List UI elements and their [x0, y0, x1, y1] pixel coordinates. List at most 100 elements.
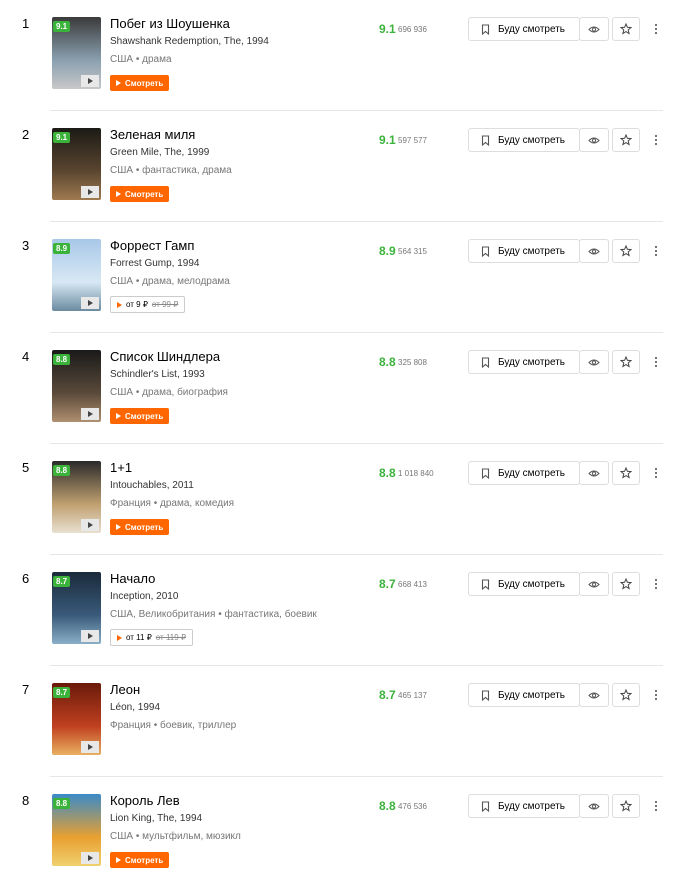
bookmark-icon [481, 689, 490, 701]
rating-value: 8.8 [379, 799, 396, 813]
more-options-button[interactable] [648, 351, 664, 373]
bookmark-icon [481, 245, 490, 257]
movie-poster[interactable]: 9.1 [52, 17, 101, 89]
original-title: Lion King, The, 1994 [110, 813, 203, 824]
watch-button[interactable]: Смотреть [110, 408, 170, 424]
play-icon [116, 857, 121, 863]
movie-poster[interactable]: 8.8 [52, 350, 101, 422]
bookmark-icon [481, 467, 490, 479]
rank-number: 8 [22, 793, 30, 808]
star-icon [620, 578, 632, 590]
country-genres: Франция • драма, комедия [110, 498, 235, 509]
watch-button-label: Смотреть [125, 522, 164, 532]
more-options-button[interactable] [648, 129, 664, 151]
play-trailer-icon[interactable] [81, 297, 99, 309]
price: от 9 ₽ [126, 300, 148, 309]
more-options-button[interactable] [648, 684, 664, 706]
rating-value: 9.1 [379, 22, 396, 36]
watch-button[interactable]: Смотреть [110, 75, 170, 91]
rate-button[interactable] [612, 572, 640, 596]
rate-button[interactable] [612, 350, 640, 374]
movie-title[interactable]: Список Шиндлера [110, 349, 220, 364]
original-title: Green Mile, The, 1999 [110, 147, 210, 158]
original-title: Intouchables, 2011 [110, 480, 194, 491]
buy-button[interactable]: от 9 ₽ от 99 ₽ [110, 296, 186, 313]
movie-title[interactable]: Леон [110, 682, 140, 697]
watch-later-button[interactable]: Буду смотреть [468, 461, 580, 485]
watch-button[interactable]: Смотреть [110, 519, 170, 535]
mark-watched-button[interactable] [579, 350, 609, 374]
eye-icon [588, 247, 600, 256]
watch-button[interactable]: Смотреть [110, 186, 170, 202]
watch-later-button[interactable]: Буду смотреть [468, 350, 580, 374]
movie-poster[interactable]: 8.7 [52, 572, 101, 644]
movie-row: 1 9.1 Побег из Шоушенка Shawshank Redemptio… [0, 0, 691, 111]
more-vertical-icon [654, 800, 658, 812]
watch-later-label: Буду смотреть [498, 245, 566, 257]
bookmark-icon [481, 800, 490, 812]
rate-button[interactable] [612, 128, 640, 152]
more-options-button[interactable] [648, 240, 664, 262]
movie-poster[interactable]: 8.7 [52, 683, 101, 755]
mark-watched-button[interactable] [579, 683, 609, 707]
more-vertical-icon [654, 134, 658, 146]
play-trailer-icon[interactable] [81, 741, 99, 753]
more-vertical-icon [654, 689, 658, 701]
watch-later-button[interactable]: Буду смотреть [468, 683, 580, 707]
rating-badge: 8.9 [53, 243, 71, 254]
mark-watched-button[interactable] [579, 239, 609, 263]
mark-watched-button[interactable] [579, 794, 609, 818]
movie-title[interactable]: Король Лев [110, 793, 180, 808]
movie-title[interactable]: Начало [110, 571, 155, 586]
movie-poster[interactable]: 8.8 [52, 461, 101, 533]
watch-later-button[interactable]: Буду смотреть [468, 128, 580, 152]
old-price: от 119 ₽ [155, 633, 187, 642]
bookmark-icon [481, 134, 490, 146]
movie-title[interactable]: Побег из Шоушенка [110, 16, 230, 31]
play-trailer-icon[interactable] [81, 630, 99, 642]
rate-button[interactable] [612, 683, 640, 707]
rate-button[interactable] [612, 239, 640, 263]
eye-icon [588, 580, 600, 589]
mark-watched-button[interactable] [579, 17, 609, 41]
watch-button-label: Смотреть [125, 189, 164, 199]
watch-button[interactable]: Смотреть [110, 852, 170, 868]
more-options-button[interactable] [648, 462, 664, 484]
watch-later-label: Буду смотреть [498, 800, 566, 812]
mark-watched-button[interactable] [579, 572, 609, 596]
movie-title[interactable]: 1+1 [110, 460, 132, 475]
play-trailer-icon[interactable] [81, 519, 99, 531]
more-vertical-icon [654, 23, 658, 35]
watch-later-button[interactable]: Буду смотреть [468, 17, 580, 41]
rate-button[interactable] [612, 461, 640, 485]
watch-later-button[interactable]: Буду смотреть [468, 572, 580, 596]
votes-count: 325 808 [398, 358, 427, 367]
star-icon [620, 356, 632, 368]
play-trailer-icon[interactable] [81, 75, 99, 87]
play-trailer-icon[interactable] [81, 852, 99, 864]
more-vertical-icon [654, 467, 658, 479]
buy-button[interactable]: от 11 ₽ от 119 ₽ [110, 629, 194, 646]
original-title: Forrest Gump, 1994 [110, 258, 200, 269]
movie-poster[interactable]: 8.8 [52, 794, 101, 866]
more-options-button[interactable] [648, 795, 664, 817]
play-trailer-icon[interactable] [81, 408, 99, 420]
rate-button[interactable] [612, 794, 640, 818]
movie-poster[interactable]: 8.9 [52, 239, 101, 311]
rating-value: 8.9 [379, 244, 396, 258]
more-options-button[interactable] [648, 573, 664, 595]
play-trailer-icon[interactable] [81, 186, 99, 198]
movie-poster[interactable]: 9.1 [52, 128, 101, 200]
mark-watched-button[interactable] [579, 128, 609, 152]
watch-button-label: Смотреть [125, 78, 164, 88]
mark-watched-button[interactable] [579, 461, 609, 485]
watch-later-button[interactable]: Буду смотреть [468, 239, 580, 263]
rate-button[interactable] [612, 17, 640, 41]
watch-later-button[interactable]: Буду смотреть [468, 794, 580, 818]
more-options-button[interactable] [648, 18, 664, 40]
votes-count: 465 137 [398, 691, 427, 700]
movie-title[interactable]: Форрест Гамп [110, 238, 194, 253]
watch-button-label: Смотреть [125, 411, 164, 421]
old-price: от 99 ₽ [151, 300, 179, 309]
movie-title[interactable]: Зеленая миля [110, 127, 195, 142]
